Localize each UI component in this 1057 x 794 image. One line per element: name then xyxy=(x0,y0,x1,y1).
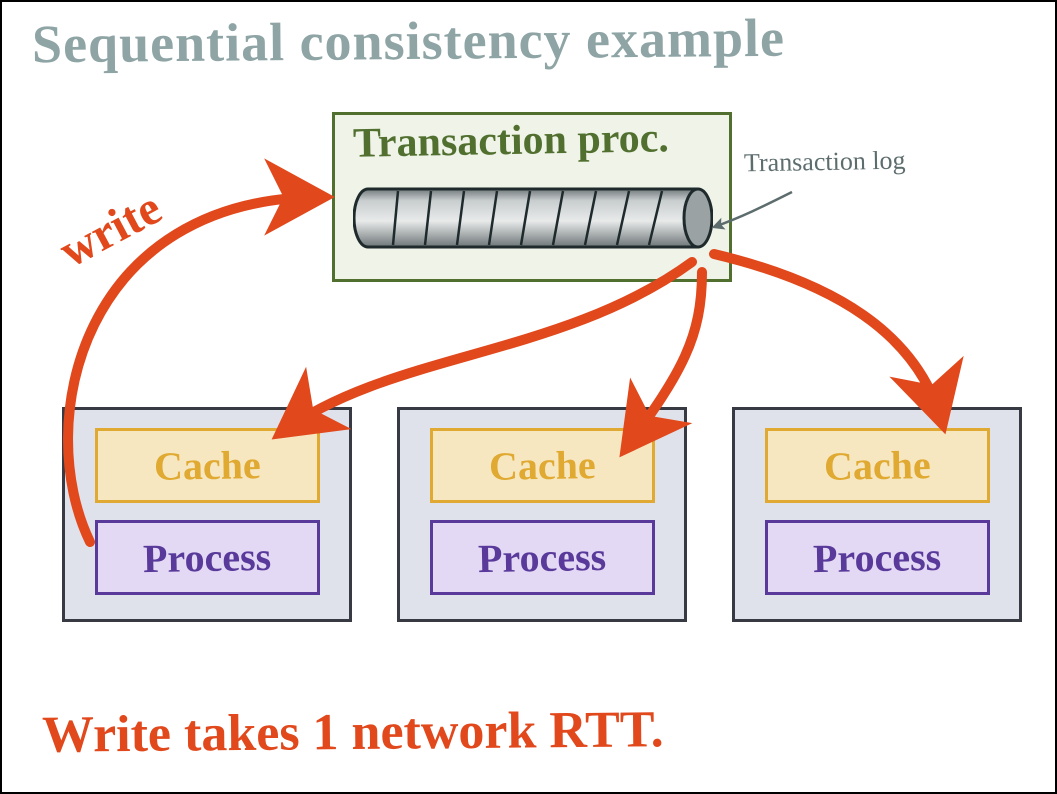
diagram-canvas: Sequential consistency example Transacti… xyxy=(0,0,1057,794)
cache-label: Cache xyxy=(824,441,931,490)
cache-box: Cache xyxy=(430,428,655,503)
transaction-processor-box: Transaction proc. xyxy=(332,112,732,282)
write-arrow-label: write xyxy=(50,180,170,279)
process-box: Process xyxy=(765,520,990,595)
cache-box: Cache xyxy=(95,428,320,503)
process-label: Process xyxy=(813,533,942,582)
process-node-1: Cache Process xyxy=(62,407,352,622)
cache-label: Cache xyxy=(489,441,596,490)
cache-box: Cache xyxy=(765,428,990,503)
transaction-log-label: Transaction log xyxy=(744,146,906,179)
cache-label: Cache xyxy=(154,441,261,490)
diagram-title: Sequential consistency example xyxy=(32,7,786,76)
transaction-processor-label: Transaction proc. xyxy=(353,114,670,168)
process-node-3: Cache Process xyxy=(732,407,1022,622)
process-label: Process xyxy=(478,533,607,582)
process-box: Process xyxy=(95,520,320,595)
process-node-2: Cache Process xyxy=(397,407,687,622)
process-box: Process xyxy=(430,520,655,595)
process-label: Process xyxy=(143,533,272,582)
transaction-log-icon xyxy=(353,187,713,249)
diagram-caption: Write takes 1 network RTT. xyxy=(42,700,664,764)
